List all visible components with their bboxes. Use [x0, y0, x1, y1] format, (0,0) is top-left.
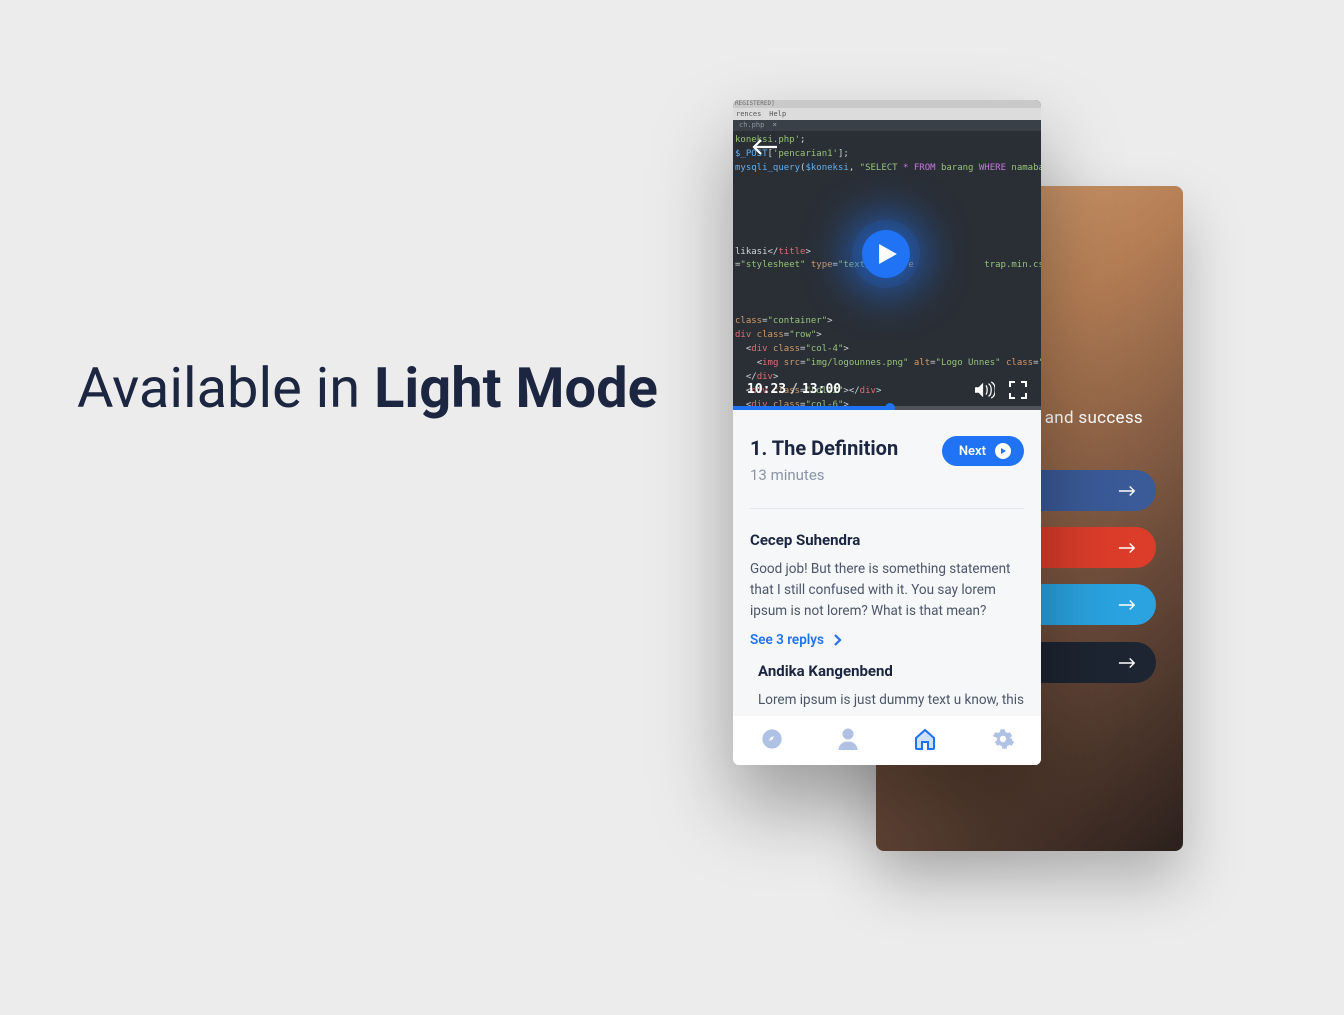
video-controls: 10:23 / 13:00: [733, 380, 1041, 400]
arrow-right-icon: [1118, 485, 1136, 497]
editor-titlebar: REGISTERED]: [733, 100, 1041, 108]
gear-icon: [992, 728, 1014, 750]
divider: [750, 508, 1024, 509]
home-icon: [913, 728, 937, 750]
editor-menu-item: rences: [736, 109, 761, 120]
chevron-right-icon: [834, 634, 842, 646]
heading-emphasis: Light Mode: [374, 355, 658, 421]
play-circle-icon: [995, 443, 1011, 459]
video-progress-handle[interactable]: [885, 403, 895, 410]
close-icon: ×: [772, 119, 777, 131]
editor-title-text: REGISTERED]: [735, 100, 775, 109]
editor-tab-name: ch.php: [739, 120, 764, 131]
play-button[interactable]: [862, 230, 910, 278]
lesson-content: 1. The Definition 13 minutes Next Cecep …: [733, 410, 1041, 715]
video-progress[interactable]: [733, 406, 1041, 410]
video-progress-fill: [733, 406, 890, 410]
lesson-card: REGISTERED] rences Help ch.php × koneksi…: [733, 100, 1041, 765]
comment: Andika Kangenbend Lorem ipsum is just du…: [750, 662, 1024, 715]
next-button[interactable]: Next: [942, 436, 1024, 466]
play-icon: [879, 244, 897, 264]
nav-home[interactable]: [913, 728, 937, 754]
login-tagline: and success: [1045, 408, 1143, 428]
comment-author: Andika Kangenbend: [758, 662, 1024, 680]
lesson-duration: 13 minutes: [750, 466, 898, 484]
editor-menu-item: Help: [769, 109, 786, 120]
lesson-title: 1. The Definition: [750, 436, 898, 460]
volume-icon[interactable]: [973, 381, 995, 399]
comment-body: Good job! But there is something stateme…: [750, 559, 1024, 622]
nav-profile[interactable]: [838, 728, 858, 754]
nav-explore[interactable]: [761, 728, 783, 754]
editor-tab: ch.php ×: [733, 120, 1041, 131]
arrow-right-icon: [1118, 657, 1136, 669]
arrow-right-icon: [1118, 542, 1136, 554]
back-button[interactable]: [751, 138, 781, 158]
see-replies-link[interactable]: See 3 replys: [750, 632, 1024, 648]
editor-menubar: rences Help: [733, 108, 1041, 120]
fullscreen-icon[interactable]: [1009, 381, 1027, 399]
bottom-nav: [733, 715, 1041, 765]
time-separator: /: [790, 380, 798, 400]
see-replies-label: See 3 replys: [750, 632, 824, 648]
compass-icon: [761, 728, 783, 750]
arrow-left-icon: [751, 138, 779, 156]
video-time: 10:23 / 13:00: [747, 380, 841, 400]
time-total: 13:00: [802, 380, 841, 400]
next-label: Next: [959, 444, 986, 459]
comment: Cecep Suhendra Good job! But there is so…: [750, 531, 1024, 648]
comment-body: Lorem ipsum is just dummy text u know, t…: [758, 690, 1024, 715]
video-player[interactable]: REGISTERED] rences Help ch.php × koneksi…: [733, 100, 1041, 410]
page-heading: Available in Light Mode: [77, 355, 658, 421]
heading-prefix: Available in: [77, 355, 374, 421]
time-current: 10:23: [747, 380, 786, 400]
user-icon: [838, 728, 858, 750]
arrow-right-icon: [1118, 599, 1136, 611]
comment-author: Cecep Suhendra: [750, 531, 1024, 549]
nav-settings[interactable]: [992, 728, 1014, 754]
